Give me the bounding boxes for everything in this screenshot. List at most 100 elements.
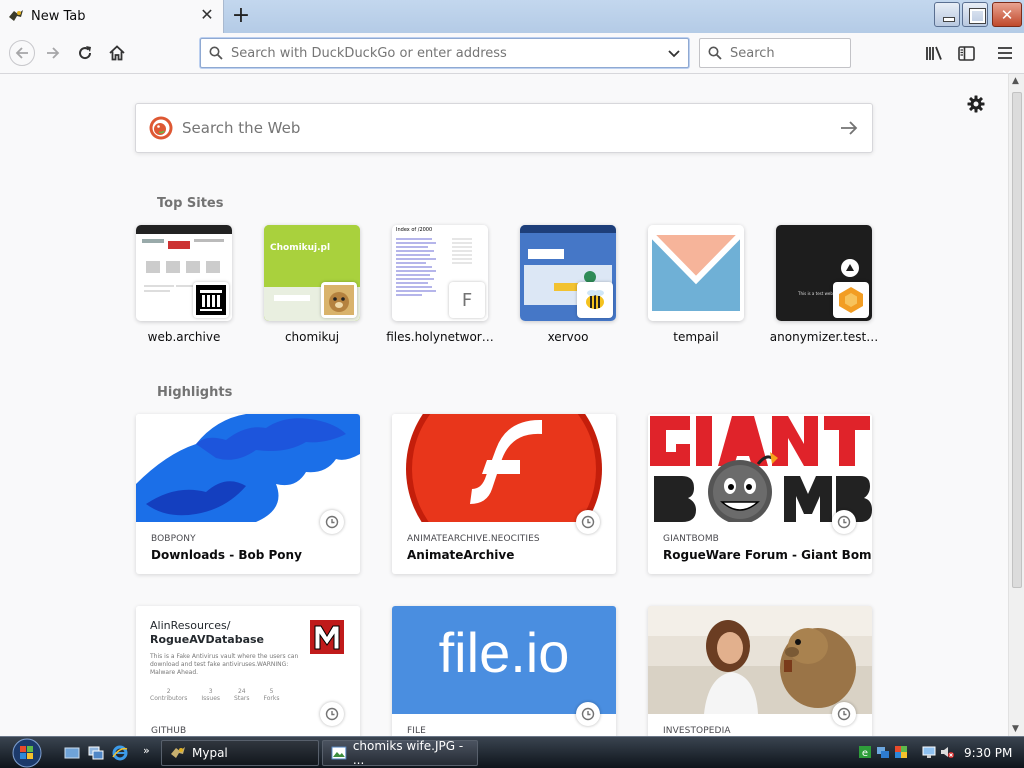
tab-new-tab[interactable]: New Tab ✕ (0, 0, 224, 33)
address-bar[interactable] (200, 38, 689, 68)
hexagon-logo-icon (833, 282, 869, 318)
taskbar-clock[interactable]: 9:30 PM (964, 746, 1012, 760)
minimize-window-button[interactable] (934, 2, 960, 27)
gear-icon[interactable] (966, 94, 986, 114)
security-tray-icon[interactable] (894, 745, 908, 759)
highlight-card[interactable]: BOBPONY Downloads - Bob Pony (136, 414, 360, 574)
quick-launch-chevron-icon[interactable]: » (143, 744, 150, 757)
top-site-tile[interactable]: tempail (648, 225, 744, 344)
address-input[interactable] (231, 39, 651, 67)
top-site-label: chomikuj (284, 330, 340, 344)
highlights-heading: Highlights (157, 385, 233, 400)
card-host: ANIMATEARCHIVE.NEOCITIES (407, 534, 540, 544)
site-thumbnail (136, 225, 232, 321)
network-tray-icon[interactable] (876, 745, 890, 759)
chomikuj-hamster-icon (321, 282, 357, 318)
highlight-card[interactable]: INVESTOPEDIA (648, 606, 872, 736)
top-site-tile[interactable]: Index of /2000 F files.holynetwor… (386, 225, 494, 344)
new-tab-plus-icon[interactable]: + (230, 4, 252, 28)
close-tab-icon[interactable]: ✕ (199, 7, 215, 23)
letter-f-icon: F (449, 282, 485, 318)
repo-stat: 3 Issues (201, 688, 220, 702)
close-window-button[interactable]: ✕ (992, 2, 1022, 27)
highlight-card[interactable]: GIANTBOMB RogueWare Forum - Giant Bomb (648, 414, 872, 574)
scrollbar-thumb[interactable] (1012, 92, 1022, 588)
windows-start-orb-icon[interactable] (8, 738, 46, 768)
chevron-down-icon[interactable] (666, 45, 682, 61)
repo-stat: 2 Contributors (150, 688, 187, 702)
library-icon[interactable] (923, 42, 945, 64)
repo-description: This is a Fake Antivirus vault where the… (150, 653, 299, 676)
monitor-tray-icon[interactable] (922, 745, 936, 759)
favicon-letter: F (461, 289, 473, 311)
giant-bomb-logo-image (648, 414, 872, 522)
stat-value: 3 (208, 688, 213, 695)
navigation-toolbar (0, 33, 1024, 74)
stat-label: Contributors (150, 695, 188, 702)
card-host: INVESTOPEDIA (663, 726, 731, 736)
flash-logo-image (392, 414, 616, 522)
clock-icon (832, 510, 856, 534)
top-site-tile[interactable]: web.archive (136, 225, 232, 344)
home-icon[interactable] (106, 42, 128, 64)
sidebar-icon[interactable] (955, 42, 977, 64)
highlight-card[interactable]: ANIMATEARCHIVE.NEOCITIES AnimateArchive (392, 414, 616, 574)
clock-icon (576, 702, 600, 726)
repo-stats: 2 Contributors 3 Issues 24 Stars 5 Forks (150, 688, 279, 702)
stat-value: 2 (166, 688, 171, 695)
repo-stat: 5 Forks (263, 688, 279, 702)
bob-pony-image (136, 414, 360, 522)
taskbar-button-label: Mypal (192, 746, 228, 760)
switch-windows-icon[interactable] (88, 745, 104, 761)
scroll-up-arrow-icon[interactable]: ▲ (1012, 76, 1019, 86)
duckduckgo-logo-icon (149, 116, 173, 140)
stat-value: 24 (237, 688, 246, 695)
forward-arrow-icon[interactable] (42, 42, 64, 64)
highlight-card[interactable]: AlinResources/ RogueAVDatabase This is a… (136, 606, 360, 736)
top-site-label: xervoo (547, 330, 589, 344)
reload-icon[interactable] (74, 42, 96, 64)
web-search-box[interactable] (135, 103, 873, 153)
highlight-card[interactable]: file.io FILE (392, 606, 616, 736)
repo-name: RogueAVDatabase (150, 633, 265, 646)
mypal-logo-icon (9, 10, 23, 21)
top-sites-heading: Top Sites (157, 196, 224, 211)
clock-icon (320, 702, 344, 726)
internet-explorer-icon[interactable] (112, 745, 128, 761)
card-title: RogueWare Forum - Giant Bomb (663, 548, 872, 562)
windows-taskbar: » Mypal chomiks wife.JPG - ... e 9:30 PM (0, 736, 1024, 768)
back-arrow-icon[interactable] (9, 40, 35, 66)
stat-label: Issues (201, 695, 221, 702)
search-bar[interactable] (699, 38, 851, 68)
green-tray-icon[interactable]: e (858, 745, 872, 759)
scroll-down-arrow-icon[interactable]: ▼ (1012, 724, 1019, 734)
chomikuj-logo-text: Chomikuj.pl (270, 243, 331, 253)
repo-stat: 24 Stars (234, 688, 249, 702)
mypal-logo-icon (171, 747, 185, 758)
site-thumbnail: This is a test website (776, 225, 872, 321)
site-thumbnail (520, 225, 616, 321)
top-site-tile[interactable]: Chomikuj.pl chomikuj (264, 225, 360, 344)
taskbar-button-photo-viewer[interactable]: chomiks wife.JPG - ... (322, 739, 478, 767)
arrow-right-icon[interactable] (840, 119, 858, 137)
top-site-label: anonymizer.test… (769, 330, 879, 344)
taskbar-button-mypal[interactable]: Mypal (161, 740, 319, 766)
card-host: BOBPONY (151, 534, 196, 544)
web-search-input[interactable] (182, 104, 802, 152)
vertical-scrollbar[interactable]: ▲ ▼ (1008, 74, 1024, 736)
search-icon (209, 46, 223, 60)
hamburger-menu-icon[interactable] (994, 42, 1016, 64)
svg-text:e: e (862, 748, 868, 759)
stat-label: Forks (263, 695, 280, 702)
search-input[interactable] (730, 39, 845, 67)
tempail-logo-icon (648, 225, 744, 321)
malwarebytes-logo-icon (308, 618, 346, 656)
maximize-window-button[interactable] (962, 2, 988, 27)
search-icon (708, 46, 722, 60)
volume-muted-icon[interactable] (940, 745, 954, 759)
top-site-tile[interactable]: This is a test website anonymizer.test… (770, 225, 878, 344)
top-site-tile[interactable]: xervoo (520, 225, 616, 344)
tab-title: New Tab (31, 9, 86, 24)
clock-icon (320, 510, 344, 534)
show-desktop-icon[interactable] (64, 745, 80, 761)
